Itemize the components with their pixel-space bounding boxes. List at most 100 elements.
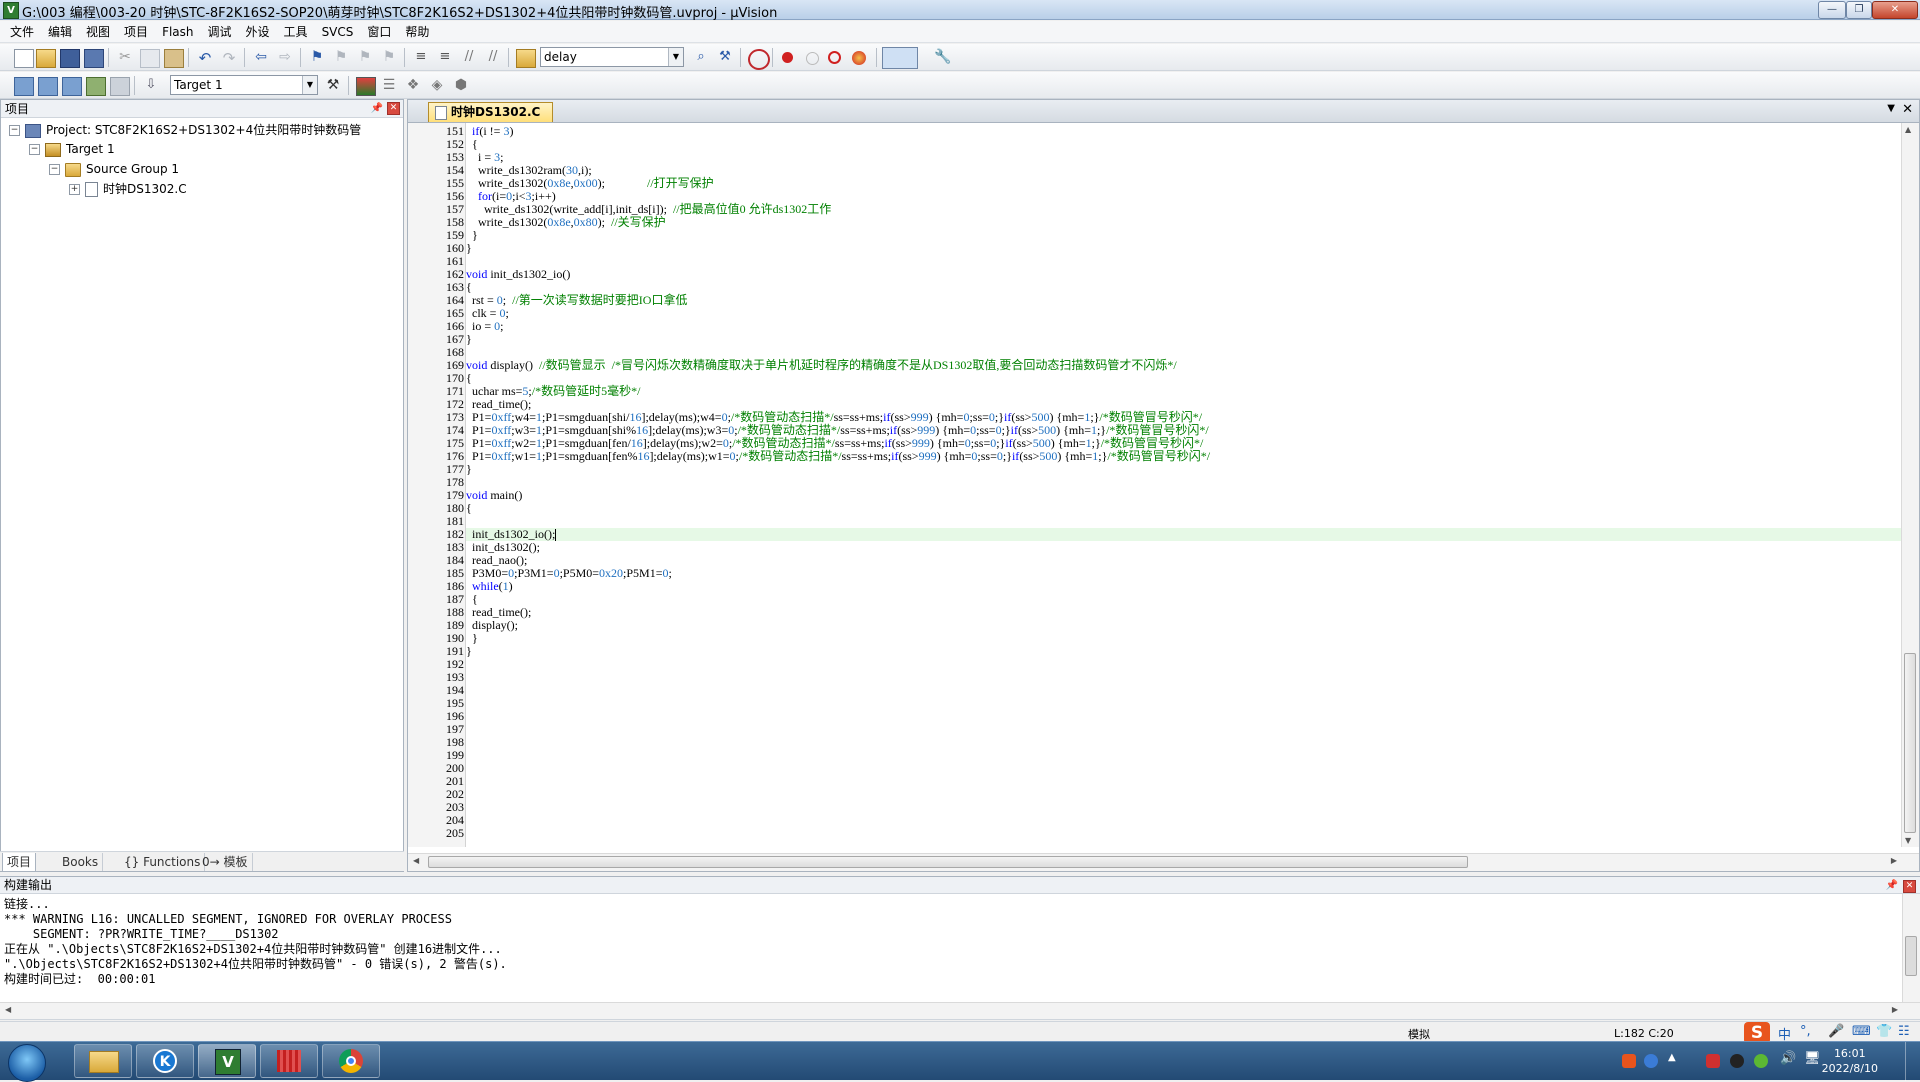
ime-toolbox-icon[interactable]: ☷ <box>1898 1024 1910 1039</box>
vertical-scroll-thumb[interactable] <box>1904 653 1916 833</box>
save-icon[interactable] <box>60 49 80 68</box>
horizontal-scroll-thumb[interactable] <box>428 856 1468 868</box>
kill-all-breakpoints-icon[interactable] <box>852 51 866 65</box>
window-layout-icon[interactable] <box>882 47 918 69</box>
ime-voice-icon[interactable]: 🎤 <box>1828 1024 1844 1039</box>
redo-icon[interactable]: ↷ <box>220 49 238 67</box>
tray-help-icon[interactable] <box>1644 1054 1658 1068</box>
download-icon[interactable]: ⇩ <box>142 77 160 94</box>
tree-item-target[interactable]: − Target 1 <box>29 140 115 158</box>
build-scroll-thumb[interactable] <box>1905 936 1917 976</box>
menu-tools[interactable]: 工具 <box>277 21 315 43</box>
code-line[interactable]: P1=0xff;w1=1;P1=smgduan[fen%16];delay(ms… <box>466 450 1210 463</box>
find-in-files-icon[interactable] <box>516 49 536 68</box>
expand-icon[interactable]: + <box>69 184 80 195</box>
collapse-icon[interactable]: − <box>9 125 20 136</box>
tray-expand-icon[interactable]: ▲ <box>1668 1052 1676 1063</box>
stop-build-icon[interactable] <box>110 77 130 96</box>
menu-edit[interactable]: 编辑 <box>41 21 79 43</box>
incremental-find-icon[interactable]: ⚒ <box>716 49 734 66</box>
collapse-icon[interactable]: − <box>49 164 60 175</box>
close-panel-icon[interactable]: ✕ <box>1903 880 1916 893</box>
translate-icon[interactable] <box>14 77 34 96</box>
pack-installer-icon[interactable]: ❖ <box>404 77 422 94</box>
menu-help[interactable]: 帮助 <box>398 21 436 43</box>
code-line[interactable]: } <box>466 645 472 658</box>
menu-window[interactable]: 窗口 <box>360 21 398 43</box>
code-line[interactable]: void main() <box>466 489 522 502</box>
collapse-icon[interactable]: − <box>29 144 40 155</box>
find-combo[interactable]: delay ▼ <box>540 47 684 67</box>
debug-session-icon[interactable] <box>748 49 770 70</box>
tab-books[interactable]: Books <box>58 853 104 871</box>
tree-item-file[interactable]: + 时钟DS1302.C <box>69 180 187 198</box>
comment-icon[interactable]: // <box>460 49 478 66</box>
tray-volume-icon[interactable]: 🔊 <box>1780 1051 1796 1066</box>
breakpoint-icon[interactable] <box>782 52 793 63</box>
cut-icon[interactable]: ✂ <box>116 49 134 66</box>
start-button[interactable] <box>8 1044 46 1082</box>
build-horizontal-scrollbar[interactable]: ◀ ▶ <box>0 1002 1920 1019</box>
pin-icon[interactable]: 📌 <box>371 100 383 118</box>
menu-svcs[interactable]: SVCS <box>315 21 361 43</box>
taskbar-app-k[interactable]: K <box>136 1044 194 1078</box>
tree-item-project[interactable]: − Project: STC8F2K16S2+DS1302+4位共阳带时钟数码管 <box>9 121 361 139</box>
ime-keyboard-icon[interactable]: ⌨ <box>1852 1024 1871 1039</box>
taskbar-chrome[interactable] <box>322 1044 380 1078</box>
tab-project[interactable]: 项目 <box>2 853 37 872</box>
menu-flash[interactable]: Flash <box>155 21 200 43</box>
target-options-icon[interactable]: ⚒ <box>324 77 342 94</box>
save-all-icon[interactable] <box>84 49 104 68</box>
clear-bookmarks-icon[interactable]: ⚑ <box>380 49 398 66</box>
code-line[interactable]: write_ds1302(0x8e,0x80); //关写保护 <box>466 216 666 229</box>
show-desktop-button[interactable] <box>1905 1042 1920 1081</box>
scroll-left-icon[interactable]: ◀ <box>413 856 419 865</box>
uncomment-icon[interactable]: // <box>484 49 502 66</box>
scroll-right-icon[interactable]: ▶ <box>1892 1005 1898 1014</box>
target-combo[interactable]: Target 1 ▼ <box>170 75 318 95</box>
configure-icon[interactable]: 🔧 <box>934 49 952 66</box>
undo-icon[interactable]: ↶ <box>196 49 214 67</box>
code-area[interactable]: if(i != 3) { i = 3; write_ds1302ram(30,i… <box>466 123 1901 847</box>
code-line[interactable]: } <box>466 242 472 255</box>
pin-icon[interactable]: 📌 <box>1886 877 1898 894</box>
build-vertical-scrollbar[interactable] <box>1902 894 1920 1002</box>
navigate-forward-icon[interactable]: ⇨ <box>276 49 294 66</box>
next-bookmark-icon[interactable]: ⚑ <box>356 49 374 66</box>
disable-all-breakpoints-icon[interactable] <box>828 51 841 64</box>
scroll-down-icon[interactable]: ▼ <box>1905 836 1911 845</box>
code-line[interactable]: { <box>466 502 472 515</box>
tab-list-icon[interactable]: ▼ <box>1887 103 1895 114</box>
prev-bookmark-icon[interactable]: ⚑ <box>332 49 350 66</box>
horizontal-scrollbar[interactable]: ◀ ▶ <box>408 853 1919 871</box>
taskbar-clock[interactable]: 16:01 2022/8/10 <box>1822 1046 1878 1076</box>
taskbar-explorer[interactable] <box>74 1044 132 1078</box>
select-packs-icon[interactable]: ☰ <box>380 77 398 94</box>
chevron-down-icon[interactable]: ▼ <box>668 48 683 66</box>
code-line[interactable]: void init_ds1302_io() <box>466 268 570 281</box>
scroll-left-icon[interactable]: ◀ <box>5 1005 11 1014</box>
vertical-scrollbar[interactable]: ▲ ▼ <box>1901 123 1919 847</box>
tree-item-source-group[interactable]: − Source Group 1 <box>49 160 179 178</box>
close-button[interactable]: ✕ <box>1872 1 1918 19</box>
ime-skin-icon[interactable]: 👕 <box>1876 1024 1892 1039</box>
rebuild-icon[interactable] <box>62 77 82 96</box>
chevron-down-icon[interactable]: ▼ <box>302 76 317 94</box>
tab-templates[interactable]: 0→ 模板 <box>198 853 253 871</box>
tray-network-icon[interactable]: 🖥 <box>1804 1051 1821 1066</box>
tab-functions[interactable]: {} Functions <box>120 853 206 871</box>
batch-build-icon[interactable] <box>86 77 106 96</box>
find-icon[interactable]: ⌕ <box>692 49 710 66</box>
manage-components-icon[interactable] <box>356 77 376 96</box>
ime-punctuation-icon[interactable]: °, <box>1800 1024 1811 1039</box>
copy-icon[interactable] <box>140 49 160 68</box>
rte-icon[interactable]: ◈ <box>428 77 446 94</box>
bookmark-icon[interactable]: ⚑ <box>308 49 326 66</box>
event-icon[interactable]: ⬢ <box>452 77 470 94</box>
scroll-up-icon[interactable]: ▲ <box>1905 125 1911 134</box>
menu-project[interactable]: 项目 <box>117 21 155 43</box>
new-file-icon[interactable] <box>14 49 34 68</box>
code-line[interactable]: void display() //数码管显示 /*冒号闪烁次数精确度取决于单片机… <box>466 359 1177 372</box>
menu-peripherals[interactable]: 外设 <box>239 21 277 43</box>
build-icon[interactable] <box>38 77 58 96</box>
